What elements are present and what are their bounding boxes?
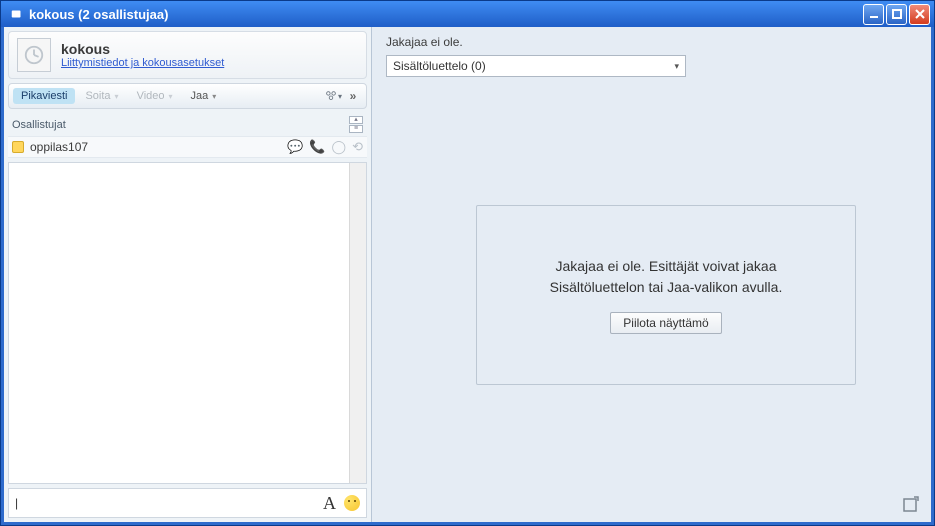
chevron-down-icon: ▾	[169, 92, 173, 101]
expand-down-button[interactable]: ≡	[349, 125, 363, 133]
meeting-window: kokous (2 osallistujaa) kokous Liittymis…	[0, 0, 935, 526]
video-icon[interactable]: ◯	[332, 139, 347, 155]
conversation-header: kokous Liittymistiedot ja kokousasetukse…	[8, 31, 367, 79]
phone-icon[interactable]: 📞	[309, 139, 325, 155]
font-format-button[interactable]: A	[323, 493, 336, 514]
titlebar: kokous (2 osallistujaa)	[1, 1, 934, 27]
people-options-icon[interactable]: ▾	[324, 87, 342, 105]
fullscreen-icon[interactable]	[901, 496, 919, 514]
content-area: kokous Liittymistiedot ja kokousasetukse…	[4, 27, 931, 522]
tab-im-label: Pikaviesti	[21, 90, 67, 102]
app-icon	[9, 6, 25, 22]
conversation-scroll-area[interactable]	[9, 163, 366, 483]
left-panel: kokous Liittymistiedot ja kokousasetukse…	[4, 27, 372, 522]
share-status-text: Jakajaa ei ole.	[386, 35, 917, 49]
tab-video-label: Video	[137, 90, 165, 102]
text-caret: |	[15, 496, 18, 510]
hide-stage-button[interactable]: Piilota näyttämö	[610, 312, 721, 334]
stage-placeholder: Jakajaa ei ole. Esittäjät voivat jakaa S…	[476, 205, 856, 385]
conversation-title-block: kokous Liittymistiedot ja kokousasetukse…	[61, 41, 224, 69]
maximize-button[interactable]	[886, 4, 907, 25]
placeholder-line2: Sisältöluettelon tai Jaa-valikon avulla.	[550, 279, 783, 295]
placeholder-text: Jakajaa ei ole. Esittäjät voivat jakaa S…	[530, 256, 803, 298]
conversation-name: kokous	[61, 41, 224, 57]
meeting-settings-link[interactable]: Liittymistiedot ja kokousasetukset	[61, 57, 224, 69]
stage-panel: Jakajaa ei ole. Sisältöluettelo (0) ▾ Ja…	[372, 27, 931, 522]
im-icon[interactable]: 💬	[287, 139, 303, 155]
window-title: kokous (2 osallistujaa)	[29, 7, 863, 22]
tab-call-label: Soita	[85, 90, 110, 102]
overflow-icon[interactable]: »	[344, 87, 362, 105]
window-controls	[863, 4, 930, 25]
chevron-down-icon: ▾	[115, 92, 119, 101]
avatar	[17, 38, 51, 72]
content-list-label: Sisältöluettelo (0)	[393, 59, 486, 73]
chevron-down-icon: ▾	[674, 61, 679, 72]
participant-actions: 💬 📞 ◯ ⟲	[287, 139, 363, 155]
participants-header: Osallistujat ▴ ≡	[8, 113, 367, 136]
share-icon[interactable]: ⟲	[352, 139, 363, 155]
participants-label: Osallistujat	[12, 119, 66, 131]
tab-video[interactable]: Video ▾	[129, 88, 181, 104]
message-input[interactable]	[22, 496, 323, 510]
message-input-row: | A	[8, 488, 367, 518]
tab-share[interactable]: Jaa▾	[183, 88, 225, 104]
placeholder-line1: Jakajaa ei ole. Esittäjät voivat jakaa	[555, 258, 776, 274]
minimize-button[interactable]	[863, 4, 884, 25]
participant-row[interactable]: oppilas107 💬 📞 ◯ ⟲	[8, 136, 367, 158]
emoji-button[interactable]	[344, 495, 360, 511]
presence-icon	[12, 141, 24, 153]
collapse-up-button[interactable]: ▴	[349, 116, 363, 124]
tab-call[interactable]: Soita ▾	[77, 88, 126, 104]
conversation-toolbar: Pikaviesti Soita▾ Video▾ Jaa▾ ▾ »	[8, 83, 367, 109]
participants-expand-controls: ▴ ≡	[349, 116, 363, 133]
conversation-history	[8, 162, 367, 484]
participant-name: oppilas107	[30, 140, 88, 154]
stage-area: Jakajaa ei ole. Esittäjät voivat jakaa S…	[386, 85, 917, 512]
tab-im[interactable]: Pikaviesti	[13, 88, 75, 104]
chevron-down-icon: ▾	[212, 92, 216, 101]
content-list-dropdown[interactable]: Sisältöluettelo (0) ▾	[386, 55, 686, 77]
close-button[interactable]	[909, 4, 930, 25]
tab-share-label: Jaa	[191, 90, 209, 102]
